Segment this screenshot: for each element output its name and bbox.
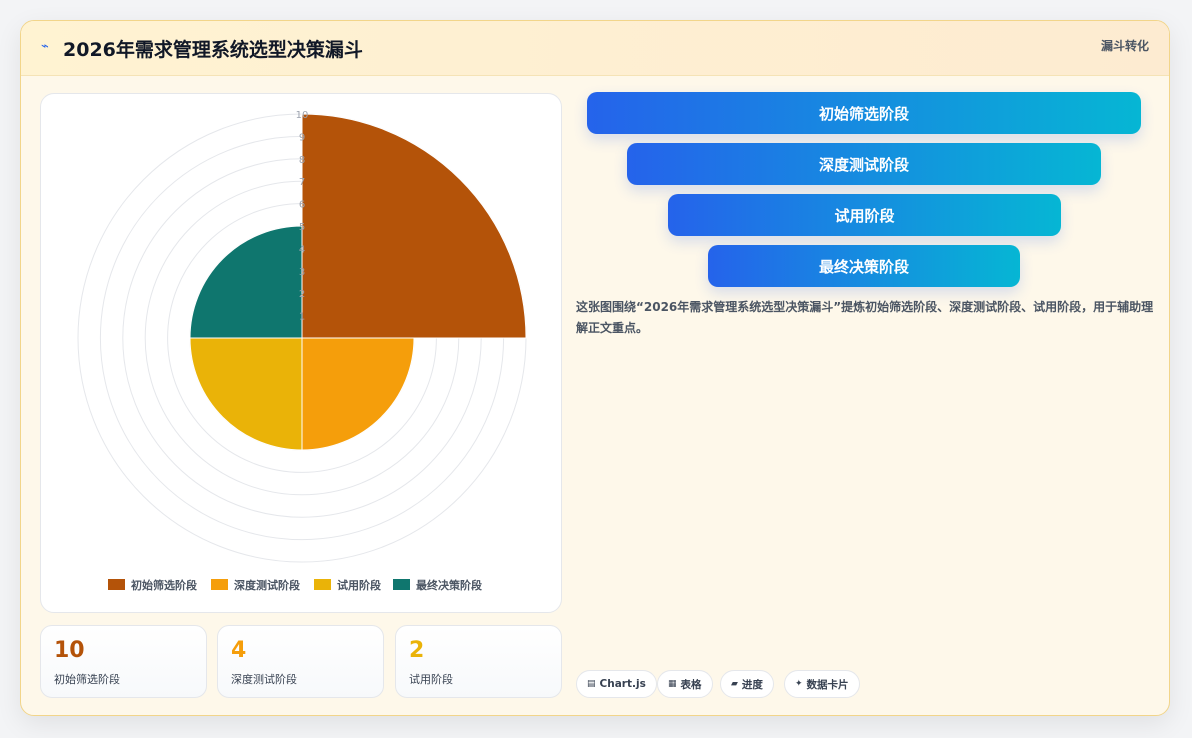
funnel-stage-initial: 初始筛选阶段 xyxy=(587,92,1141,134)
progress-icon: ▰ xyxy=(731,679,738,689)
funnel-stage-final: 最终决策阶段 xyxy=(708,245,1020,287)
card-header: ⌁ 2026年需求管理系统选型决策漏斗 漏斗转化 xyxy=(21,21,1169,76)
spark-icon: ⌁ xyxy=(41,39,49,54)
chip-table[interactable]: ▦ 表格 xyxy=(657,670,713,698)
legend-swatch xyxy=(393,579,410,590)
category-tag: 漏斗转化 xyxy=(1100,39,1149,53)
stat-label: 深度测试阶段 xyxy=(231,673,297,686)
polar-segment xyxy=(301,113,527,339)
chip-data-card[interactable]: ✦ 数据卡片 xyxy=(784,670,860,698)
chart-canvas: 1 2 3 4 5 6 7 8 9 10 初始筛选阶段 深度测试阶段 试用阶段 最终决策阶段 xyxy=(77,110,527,592)
stat-card-trial: 2 试用阶段 xyxy=(395,625,562,698)
legend-swatch xyxy=(211,579,228,590)
stat-value: 4 xyxy=(231,638,247,663)
page-title: 2026年需求管理系统选型决策漏斗 xyxy=(63,39,363,61)
tick-label: 6 xyxy=(299,200,305,211)
tick-label: 10 xyxy=(296,110,309,121)
stat-label: 初始筛选阶段 xyxy=(54,673,120,686)
legend-label: 深度测试阶段 xyxy=(234,578,300,592)
polar-area-chart: 1 2 3 4 5 6 7 8 9 10 初始筛选阶段 深度测试阶段 试用阶段 最终决策阶段 xyxy=(40,93,562,613)
chip-label: 表格 xyxy=(680,678,702,691)
chip-label: 数据卡片 xyxy=(806,678,849,691)
chip-progress[interactable]: ▰ 进度 xyxy=(720,670,774,698)
tick-label: 8 xyxy=(299,155,305,166)
funnel-stage-deep-test: 深度测试阶段 xyxy=(627,143,1101,185)
tick-label: 4 xyxy=(299,244,305,255)
stat-card-initial: 10 初始筛选阶段 xyxy=(40,625,207,698)
tick-label: 7 xyxy=(299,177,305,188)
chip-chartjs[interactable]: ▤ Chart.js xyxy=(576,670,657,698)
chart-icon: ▤ xyxy=(587,679,596,689)
chart-card: ⌁ 2026年需求管理系统选型决策漏斗 漏斗转化 1 2 3 4 5 6 7 8 9 10 初始筛选… xyxy=(20,20,1170,716)
legend-label: 初始筛选阶段 xyxy=(131,578,197,592)
tick-label: 2 xyxy=(299,289,305,300)
legend-swatch xyxy=(108,579,125,590)
tick-label: 5 xyxy=(299,222,305,233)
funnel-stage-trial: 试用阶段 xyxy=(668,194,1061,236)
stat-value: 2 xyxy=(409,638,425,663)
table-icon: ▦ xyxy=(668,679,677,689)
chip-label: Chart.js xyxy=(599,678,646,690)
chip-label: 进度 xyxy=(741,678,763,691)
legend-swatch xyxy=(314,579,331,590)
legend-label: 试用阶段 xyxy=(337,578,381,592)
tick-label: 9 xyxy=(299,132,305,143)
stat-label: 试用阶段 xyxy=(409,673,453,686)
stat-card-deep-test: 4 深度测试阶段 xyxy=(217,625,384,698)
tick-label: 1 xyxy=(299,312,305,323)
chart-description: 这张图围绕“2026年需求管理系统选型决策漏斗”提炼初始筛选阶段、深度测试阶段、… xyxy=(576,300,1154,335)
stat-value: 10 xyxy=(54,638,85,663)
card-icon: ✦ xyxy=(795,679,803,689)
legend-label: 最终决策阶段 xyxy=(416,578,482,592)
tick-label: 3 xyxy=(299,267,305,278)
